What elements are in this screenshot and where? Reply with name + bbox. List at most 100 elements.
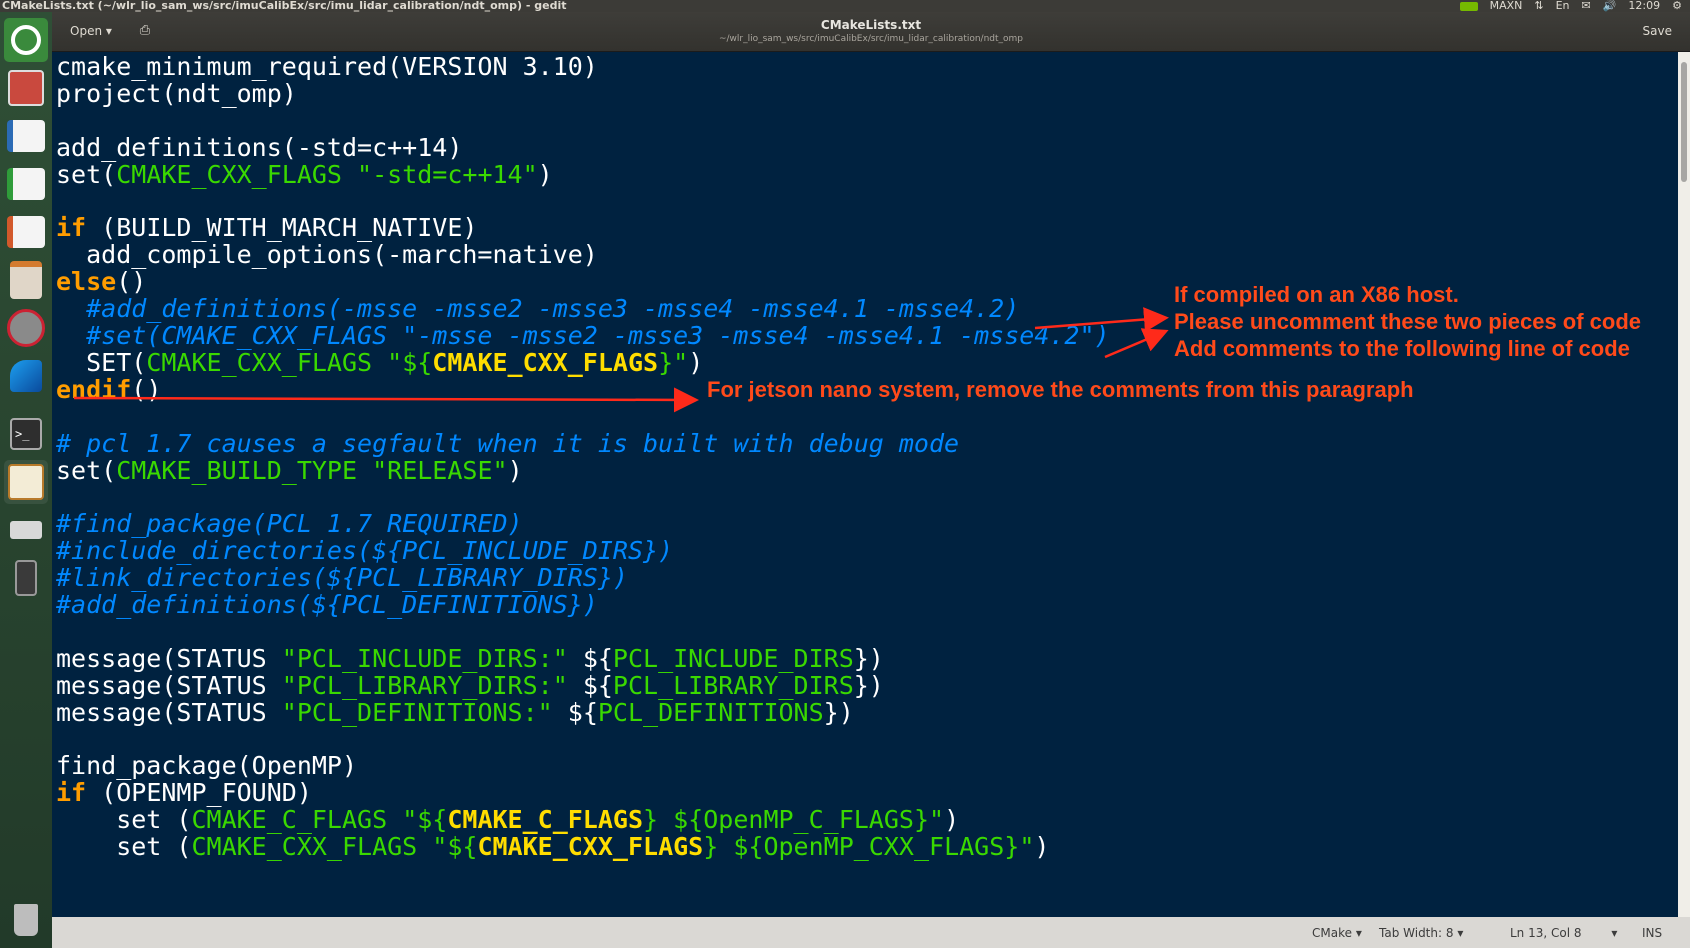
- code-line[interactable]: cmake_minimum_required(VERSION 3.10): [56, 52, 598, 81]
- code-token: "RELEASE": [372, 455, 508, 485]
- code-editor[interactable]: cmake_minimum_required(VERSION 3.10) proj…: [52, 52, 1678, 917]
- code-token: find_package(OpenMP): [56, 751, 358, 781]
- code-token: }": [913, 805, 945, 835]
- code-token: ${: [552, 697, 598, 727]
- drive-icon[interactable]: [4, 508, 48, 552]
- mail-icon[interactable]: ✉: [1582, 0, 1591, 12]
- launcher: >_: [0, 12, 52, 948]
- code-token: "-std=c++14": [357, 159, 538, 189]
- scrollbar-thumb[interactable]: [1681, 62, 1687, 182]
- code-token: endif: [56, 374, 132, 404]
- code-token: }): [853, 643, 884, 673]
- code-token: set(: [56, 159, 117, 189]
- files-icon[interactable]: [4, 66, 48, 110]
- code-token: ${: [567, 643, 613, 673]
- code-line[interactable]: set(CMAKE_CXX_FLAGS "-std=c++14"): [56, 160, 553, 189]
- code-line[interactable]: #find_package(PCL 1.7 REQUIRED): [56, 509, 523, 538]
- code-line[interactable]: #include_directories(${PCL_INCLUDE_DIRS}…: [56, 536, 673, 565]
- code-token: #link_directories(${PCL_LIBRARY_DIRS}): [56, 563, 628, 593]
- power-mode-label[interactable]: MAXN: [1490, 0, 1523, 12]
- app-icon[interactable]: [4, 354, 48, 398]
- gear-icon[interactable]: ⚙: [1672, 0, 1682, 12]
- code-token: CMAKE_CXX_FLAGS: [146, 347, 388, 377]
- code-line[interactable]: set (CMAKE_C_FLAGS "${CMAKE_C_FLAGS} ${O…: [56, 805, 959, 834]
- code-token: ${: [567, 670, 613, 700]
- code-token: CMAKE_C_FLAGS: [447, 805, 644, 835]
- code-token: "PCL_DEFINITIONS:": [281, 697, 553, 727]
- code-line[interactable]: find_package(OpenMP): [56, 751, 357, 780]
- code-token: #include_directories(${PCL_INCLUDE_DIRS}…: [56, 536, 674, 566]
- code-line[interactable]: message(STATUS "PCL_DEFINITIONS:" ${PCL_…: [56, 698, 854, 727]
- code-token: # pcl 1.7 causes a segfault when it is b…: [56, 428, 960, 458]
- volume-icon[interactable]: 🔊: [1603, 0, 1617, 12]
- keyboard-layout[interactable]: En: [1556, 0, 1570, 12]
- cursor-position[interactable]: Ln 13, Col 8 ▾: [1510, 926, 1617, 940]
- system-top-bar: CMakeLists.txt (~/wlr_lio_sam_ws/src/imu…: [0, 0, 1690, 12]
- code-token: else: [56, 267, 117, 297]
- code-line[interactable]: if (BUILD_WITH_MARCH_NATIVE): [56, 213, 477, 242]
- code-line[interactable]: #add_definitions(${PCL_DEFINITIONS}): [56, 590, 598, 619]
- code-line[interactable]: message(STATUS "PCL_LIBRARY_DIRS:" ${PCL…: [56, 671, 884, 700]
- code-line[interactable]: SET(CMAKE_CXX_FLAGS "${CMAKE_CXX_FLAGS}"…: [56, 348, 703, 377]
- window-title: CMakeLists.txt (~/wlr_lio_sam_ws/src/imu…: [2, 0, 567, 12]
- code-line[interactable]: #link_directories(${PCL_LIBRARY_DIRS}): [56, 563, 628, 592]
- code-line[interactable]: add_compile_options(-march=native): [56, 240, 598, 269]
- calc-icon[interactable]: [4, 162, 48, 206]
- insert-mode[interactable]: INS: [1642, 926, 1662, 940]
- vertical-scrollbar[interactable]: [1678, 52, 1690, 917]
- code-token: "PCL_INCLUDE_DIRS:": [281, 643, 568, 673]
- code-token: message(STATUS: [56, 697, 282, 727]
- code-token: PCL_INCLUDE_DIRS: [612, 643, 854, 673]
- code-token: "${: [402, 805, 448, 835]
- device-icon[interactable]: [4, 556, 48, 600]
- code-line[interactable]: if (OPENMP_FOUND): [56, 778, 312, 807]
- code-line[interactable]: message(STATUS "PCL_INCLUDE_DIRS:" ${PCL…: [56, 644, 884, 673]
- text-editor-icon[interactable]: [4, 460, 48, 504]
- software-center-icon[interactable]: [4, 258, 48, 302]
- save-button[interactable]: Save: [1635, 20, 1680, 42]
- code-line[interactable]: endif(): [56, 375, 161, 404]
- ubuntu-logo-icon[interactable]: [4, 18, 48, 62]
- document-path: ~/wlr_lio_sam_ws/src/imuCalibEx/src/imu_…: [718, 34, 1024, 44]
- annotation-x86-line3: Add comments to the following line of co…: [1174, 336, 1630, 361]
- impress-icon[interactable]: [4, 210, 48, 254]
- code-token: message(STATUS: [56, 670, 282, 700]
- status-bar: CMake ▾ Tab Width: 8 ▾ Ln 13, Col 8 ▾ IN…: [52, 917, 1690, 948]
- code-line[interactable]: add_definitions(-std=c++14): [56, 133, 462, 162]
- code-token: ): [507, 455, 523, 485]
- code-line[interactable]: # pcl 1.7 causes a segfault when it is b…: [56, 429, 959, 458]
- code-token: SET(: [56, 347, 147, 377]
- code-line[interactable]: project(ndt_omp): [56, 79, 297, 108]
- code-line[interactable]: set(CMAKE_BUILD_TYPE "RELEASE"): [56, 456, 523, 485]
- code-token: CMAKE_CXX_FLAGS: [432, 347, 659, 377]
- code-token: #add_definitions(-msse -msse2 -msse3 -ms…: [56, 294, 1020, 324]
- system-tray: MAXN ⇅ En ✉ 🔊 12:09 ⚙: [1459, 0, 1682, 12]
- code-token: }": [658, 347, 689, 377]
- code-token: } ${: [703, 832, 764, 862]
- code-token: set(: [56, 455, 117, 485]
- code-token: CMAKE_CXX_FLAGS: [477, 832, 704, 862]
- annotation-jetson: For jetson nano system, remove the comme…: [707, 377, 1414, 402]
- code-token: CMAKE_CXX_FLAGS: [116, 159, 358, 189]
- code-token: set (: [56, 805, 192, 835]
- settings-icon[interactable]: [4, 306, 48, 350]
- tab-width-selector[interactable]: Tab Width: 8 ▾: [1379, 926, 1463, 940]
- network-icon[interactable]: ⇅: [1534, 0, 1543, 12]
- code-token: OpenMP_CXX_FLAGS: [763, 832, 1005, 862]
- code-line[interactable]: #add_definitions(-msse -msse2 -msse3 -ms…: [56, 294, 1019, 323]
- nvidia-icon[interactable]: [1459, 1, 1478, 11]
- code-line[interactable]: else(): [56, 267, 146, 296]
- terminal-icon[interactable]: >_: [4, 412, 48, 456]
- code-token: }): [823, 697, 854, 727]
- code-line[interactable]: #set(CMAKE_CXX_FLAGS "-msse -msse2 -msse…: [56, 321, 1110, 350]
- code-token: "${: [387, 347, 433, 377]
- writer-icon[interactable]: [4, 114, 48, 158]
- chevron-down-icon: ▾: [1457, 926, 1464, 940]
- code-line[interactable]: set (CMAKE_CXX_FLAGS "${CMAKE_CXX_FLAGS}…: [56, 832, 1049, 861]
- clock[interactable]: 12:09: [1628, 0, 1660, 12]
- code-token: ): [1034, 832, 1050, 862]
- code-token: OpenMP_C_FLAGS: [703, 805, 914, 835]
- code-token: add_compile_options(-march=native): [56, 240, 598, 270]
- trash-icon[interactable]: [4, 898, 48, 942]
- language-selector[interactable]: CMake ▾: [1312, 926, 1362, 940]
